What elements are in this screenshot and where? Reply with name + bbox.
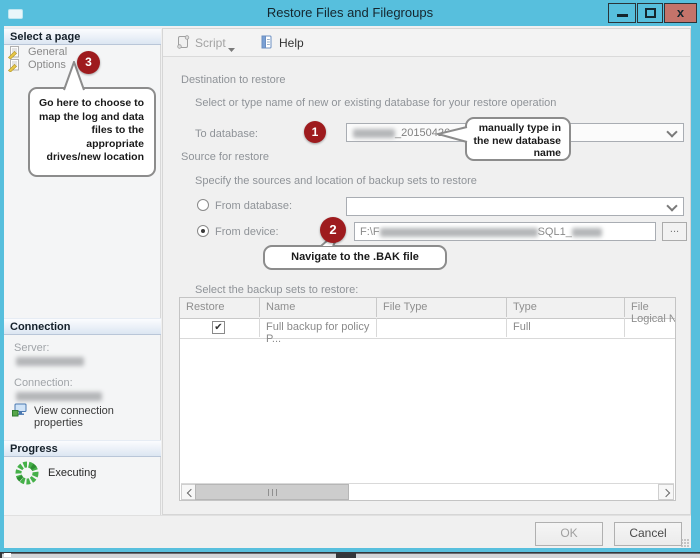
restore-cell: ✔ [180,318,260,337]
from-database-combobox[interactable] [346,197,684,216]
cancel-button[interactable]: Cancel [614,522,682,546]
minimize-button[interactable] [608,3,636,23]
main-panel: Script Help Destination to restore Selec… [162,28,691,515]
backup-sets-label: Select the backup sets to restore: [195,284,359,296]
callout-pointer [437,126,468,143]
background-window-fragment [2,553,336,558]
column-header-file-logical-name[interactable]: File Logical N [625,298,675,325]
chevron-right-icon [661,488,671,498]
view-connection-properties-link[interactable]: View connection properties [12,403,158,429]
connection-header: Connection [4,318,161,335]
callout-bubble-options: Go here to choose to map the log and dat… [28,87,156,177]
link-label: View connection properties [34,405,114,429]
ok-button[interactable]: OK [535,522,603,546]
maximize-button[interactable] [637,3,663,23]
to-database-value: _20150426 [353,127,450,139]
maximize-icon [645,8,656,18]
from-device-label: From device: [215,226,279,238]
step-1-badge: 1 [304,121,326,143]
step-3-badge: 3 [77,51,100,74]
from-database-radio[interactable] [197,199,209,211]
column-header-file-type[interactable]: File Type [377,298,507,317]
device-path-redacted [379,227,538,237]
table-header-row: Restore Name File Type Type File Logical… [180,298,675,325]
file-logical-name-cell [625,318,675,337]
script-button[interactable]: Script [175,34,226,53]
destination-section-label: Destination to restore [181,74,286,86]
connection-label: Connection: [14,377,73,389]
chevron-down-icon[interactable] [666,200,678,212]
file-type-cell [377,318,507,337]
callout-line: the new database [473,134,561,147]
close-button[interactable]: x [664,3,697,23]
minimize-icon [617,14,628,17]
desktop-background-strip [0,552,700,558]
help-label: Help [279,36,304,50]
destination-hint: Select or type name of new or existing d… [195,97,557,109]
source-hint: Specify the sources and location of back… [195,175,477,187]
connection-value-redacted [16,392,102,401]
callout-line: manually type in [478,122,561,134]
callout-line: name [533,147,561,159]
titlebar: Restore Files and Filegroups x [0,0,700,26]
from-database-label: From database: [215,200,293,212]
progress-header: Progress [4,440,161,457]
to-database-label: To database: [195,128,258,140]
connection-properties-icon [12,403,28,420]
background-window-fragment [356,553,700,558]
backup-sets-table: Restore Name File Type Type File Logical… [179,297,676,501]
server-value-redacted [16,357,84,366]
source-section-label: Source for restore [181,151,270,163]
radio-selected-dot [201,229,205,233]
database-name-redacted [353,128,395,138]
footer: OK Cancel [4,515,691,548]
background-window-fragment [4,553,11,557]
script-dropdown-caret-icon[interactable] [227,40,236,58]
table-row[interactable]: ✔ Full backup for policy P... Full [180,318,675,345]
callout-line: appropriate [86,137,144,150]
horizontal-scrollbar[interactable] [181,483,674,500]
select-a-page-header: Select a page [4,28,161,45]
thumb-grip [272,489,273,496]
device-path-redacted [571,227,602,237]
thumb-grip [268,489,269,496]
progress-spinner-icon [14,460,40,491]
window-title: Restore Files and Filegroups [266,5,434,20]
callout-line: files to the [91,124,144,136]
page-script-icon [7,59,22,75]
help-button[interactable]: Help [259,34,304,53]
name-cell: Full backup for policy P... [260,318,377,345]
toolbar: Script Help [163,29,690,57]
restore-checkbox[interactable]: ✔ [212,321,225,334]
scrollbar-thumb[interactable] [195,484,349,500]
column-header-name[interactable]: Name [260,298,377,317]
step-2-badge: 2 [320,217,346,243]
type-cell: Full [507,318,625,337]
from-device-radio[interactable] [197,225,209,237]
thumb-grip [276,489,277,496]
column-header-type[interactable]: Type [507,298,625,317]
script-label: Script [195,36,226,50]
callout-bubble-bak-file: Navigate to the .BAK file [263,245,447,270]
browse-button[interactable]: ... [662,222,687,241]
restore-dialog-window: Restore Files and Filegroups x Select a … [0,0,700,558]
callout-line: drives/new location [46,151,144,163]
callout-line: map the log and data [38,110,144,123]
chevron-down-icon[interactable] [666,126,678,138]
column-header-restore[interactable]: Restore [180,298,260,317]
server-label: Server: [14,342,50,354]
sidebar-item-label: General [28,46,68,58]
callout-line: Go here to choose to [38,97,144,109]
help-book-icon [259,35,275,53]
device-path-field[interactable]: F:\F SQL1_ [354,222,656,241]
chevron-left-icon [186,488,196,498]
callout-bubble-database-name: manually type in the new database name [465,117,571,161]
progress-status: Executing [48,467,97,479]
script-icon [175,35,191,53]
scroll-right-button[interactable] [658,484,674,500]
resize-grip[interactable] [681,539,689,547]
